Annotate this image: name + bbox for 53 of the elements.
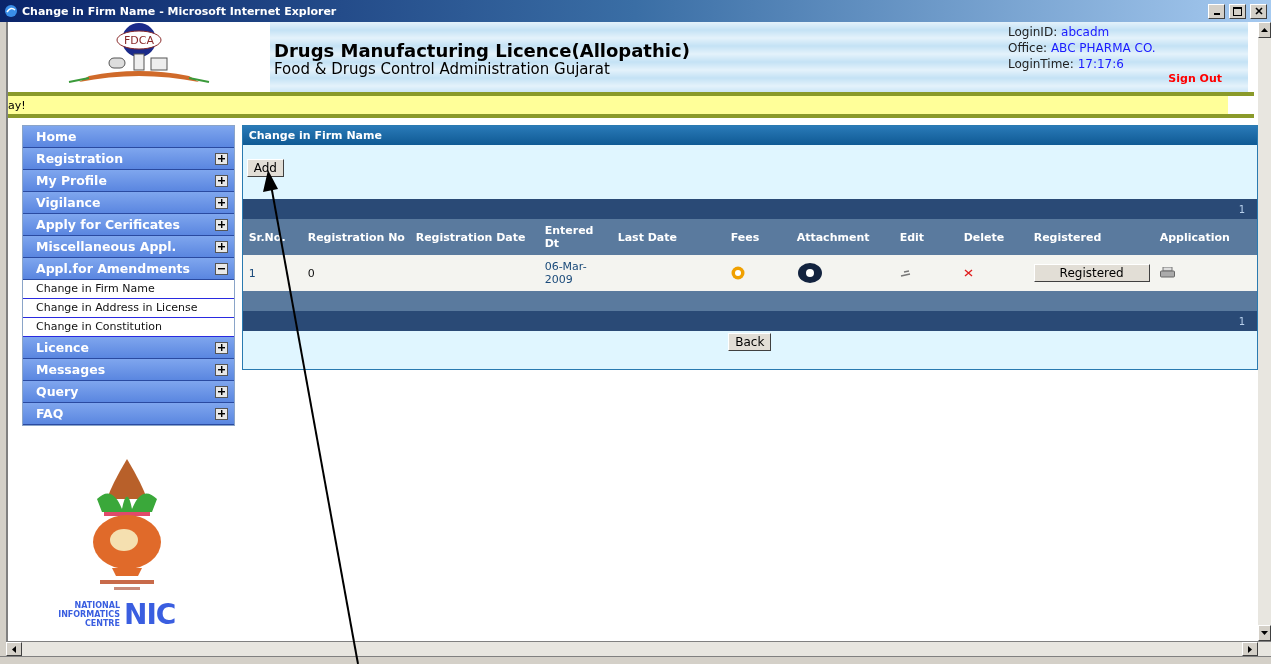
site-title: Drugs Manufacturing Licence(Allopathic): [274, 40, 690, 61]
column-header: Application: [1158, 230, 1231, 244]
login-info: LoginID: abcadm: [1008, 24, 1111, 40]
edit-icon[interactable]: [899, 269, 911, 277]
site-subtitle: Food & Drugs Control Administration Gujarat: [274, 61, 610, 77]
delete-icon[interactable]: [963, 269, 973, 277]
scroll-left-icon[interactable]: [12, 645, 16, 653]
column-header: Registered: [1032, 230, 1103, 244]
pager-link[interactable]: 1: [1238, 315, 1245, 327]
table-cell-text: 0: [306, 266, 316, 280]
menu-item[interactable]: Messages: [23, 359, 234, 381]
attachment-icon[interactable]: [796, 262, 823, 284]
column-header: Registration No: [306, 230, 406, 244]
close-button[interactable]: [1250, 3, 1267, 19]
registered-button[interactable]: Registered: [1033, 264, 1150, 282]
scroll-up-icon[interactable]: [1261, 28, 1268, 32]
scroll-right-icon[interactable]: [1248, 645, 1252, 653]
fdca-logo: FDCA: [39, 22, 239, 88]
printer-icon[interactable]: [1159, 267, 1175, 279]
panel-title: Change in Firm Name: [242, 126, 1257, 145]
menu-item[interactable]: Licence: [23, 337, 234, 359]
marquee-text: ay!: [8, 98, 26, 112]
menu-item[interactable]: Miscellaneous Appl.: [23, 236, 234, 258]
scroll-down-icon[interactable]: [1261, 631, 1268, 635]
back-button[interactable]: Back: [728, 333, 772, 351]
column-header: Registration Date: [414, 230, 527, 244]
browser-icon: [4, 4, 18, 18]
menu-item[interactable]: My Profile: [23, 170, 234, 192]
minimize-button[interactable]: [1208, 3, 1225, 19]
menu-item[interactable]: Home: [23, 126, 234, 148]
sign-out-link[interactable]: Sign Out: [1168, 72, 1222, 85]
column-header: Entered Dt: [543, 224, 595, 250]
menu-item[interactable]: Apply for Cerificates: [23, 214, 234, 236]
window-title: Change in Firm Name - Microsoft Internet Explorer: [22, 4, 338, 18]
menu-item[interactable]: Appl.for Amendments: [23, 258, 234, 280]
maximize-button[interactable]: [1229, 3, 1246, 19]
login-info: LoginTime: 17:17:6: [1008, 56, 1125, 72]
menu-item[interactable]: Query: [23, 381, 234, 403]
column-header: Last Date: [616, 230, 678, 244]
column-header: Fees: [729, 230, 761, 244]
menu-item[interactable]: Vigilance: [23, 192, 234, 214]
table-cell-text: 1: [247, 266, 257, 280]
menu-item[interactable]: Registration: [23, 148, 234, 170]
table-cell-text: 06-Mar-2009: [543, 260, 588, 286]
menu-item[interactable]: FAQ: [23, 403, 234, 425]
maximize-icon: [1233, 6, 1242, 16]
column-header: Edit: [898, 230, 926, 244]
add-button[interactable]: Add: [246, 159, 284, 177]
pager-link[interactable]: 1: [1238, 203, 1245, 215]
column-header: Delete: [962, 230, 1006, 244]
login-info: Office: ABC PHARMA CO.: [1008, 40, 1157, 56]
column-header: Attachment: [795, 230, 871, 244]
close-icon: [1254, 7, 1263, 15]
